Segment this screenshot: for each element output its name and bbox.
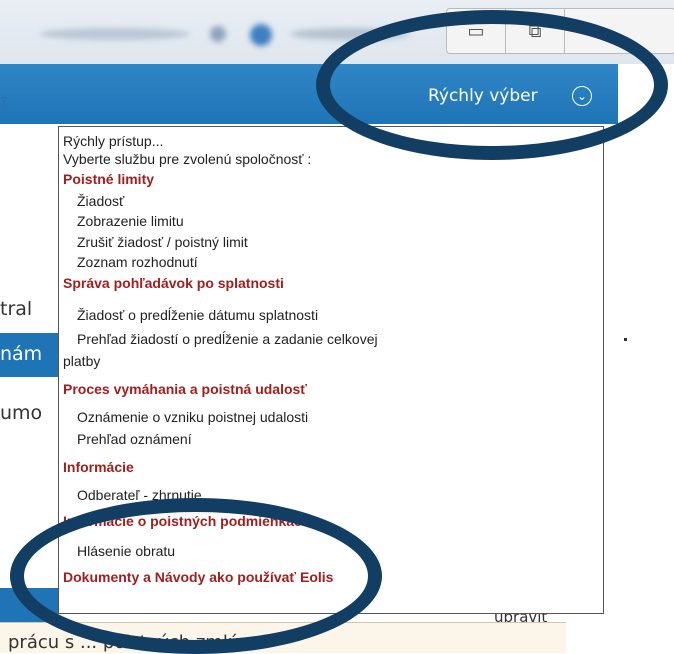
menu-section-title: Proces vymáhania a poistná udalosť [63,381,308,397]
help-icon[interactable]: ? [0,94,7,108]
page-text-fragment: umo [0,402,43,424]
menu-item[interactable]: Prehľad žiadostí o predĺženie a zadanie … [77,331,378,347]
menu-item[interactable]: Žiadosť [77,193,124,209]
highlight-circle-turnover-report [10,498,382,654]
menu-item-quick-access[interactable]: Rýchly prístup... [63,133,163,149]
page-tab-label-fragment: nám [0,343,43,365]
menu-item[interactable]: Žiadosť o predĺženie dátumu splatnosti [77,307,318,323]
menu-item-continuation[interactable]: platby [63,353,100,369]
menu-item[interactable]: Oznámenie o vzniku poistnej udalosti [77,409,308,425]
menu-section-title: Správa pohľadávok po splatnosti [63,275,284,291]
menu-item[interactable]: Zoznam rozhodnutí [77,254,198,270]
menu-item[interactable]: Zobrazenie limitu [77,213,184,229]
menu-item[interactable]: Prehľad oznámení [77,431,192,447]
menu-item[interactable]: Zrušiť žiadosť / poistný limit [77,234,248,250]
stray-dot [624,338,627,341]
page-text-fragment: tral [0,298,33,320]
highlight-circle-quick-select [316,10,668,160]
menu-section-title: Informácie [63,459,134,475]
menu-hint-choose-service: Vyberte službu pre zvolenú spoločnosť : [63,151,312,167]
menu-section-title: Poistné limity [63,171,155,187]
